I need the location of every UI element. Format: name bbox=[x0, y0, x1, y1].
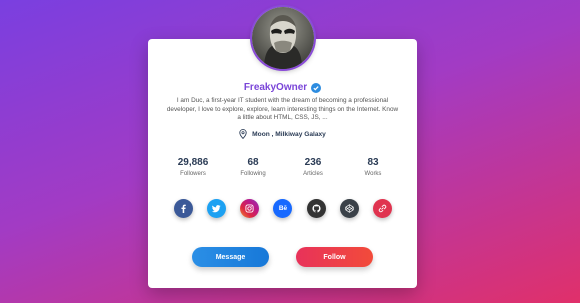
location-text: Moon , Milkiway Galaxy bbox=[252, 130, 326, 138]
location-row: Moon , Milkiway Galaxy bbox=[148, 129, 417, 139]
location-pin-icon bbox=[239, 129, 247, 139]
verified-icon bbox=[311, 82, 322, 93]
stats-row: 29,886 Followers 68 Following 236 Articl… bbox=[163, 157, 403, 177]
message-button[interactable]: Message bbox=[192, 247, 269, 267]
behance-icon[interactable]: Bē bbox=[273, 199, 293, 218]
profile-bio: I am Duc, a first-year IT student with t… bbox=[166, 97, 399, 122]
instagram-icon[interactable] bbox=[240, 199, 260, 218]
stat-value: 29,886 bbox=[177, 157, 209, 168]
stat-followers[interactable]: 29,886 Followers bbox=[163, 157, 223, 177]
stat-label: Followers bbox=[180, 171, 206, 177]
link-icon[interactable] bbox=[372, 199, 392, 218]
github-icon[interactable] bbox=[306, 199, 326, 218]
name-row: FreakyOwner bbox=[148, 82, 417, 93]
profile-card: FreakyOwner I am Duc, a first-year IT st… bbox=[148, 39, 417, 288]
avatar-image bbox=[252, 7, 314, 69]
twitter-icon[interactable] bbox=[207, 199, 227, 218]
stat-label: Following bbox=[240, 171, 266, 177]
codepen-icon[interactable] bbox=[339, 199, 359, 218]
stat-articles[interactable]: 236 Articles bbox=[283, 157, 343, 177]
avatar[interactable] bbox=[252, 7, 314, 69]
facebook-icon[interactable] bbox=[174, 199, 193, 218]
stat-label: Works bbox=[364, 171, 382, 177]
profile-name[interactable]: FreakyOwner bbox=[244, 82, 307, 93]
stat-value: 83 bbox=[367, 157, 379, 168]
follow-button[interactable]: Follow bbox=[296, 247, 373, 267]
stat-value: 68 bbox=[247, 157, 259, 168]
stat-works[interactable]: 83 Works bbox=[343, 157, 403, 177]
social-links: Bē bbox=[174, 199, 392, 218]
stat-following[interactable]: 68 Following bbox=[223, 157, 283, 177]
stat-value: 236 bbox=[304, 157, 322, 168]
stat-label: Articles bbox=[303, 171, 323, 177]
